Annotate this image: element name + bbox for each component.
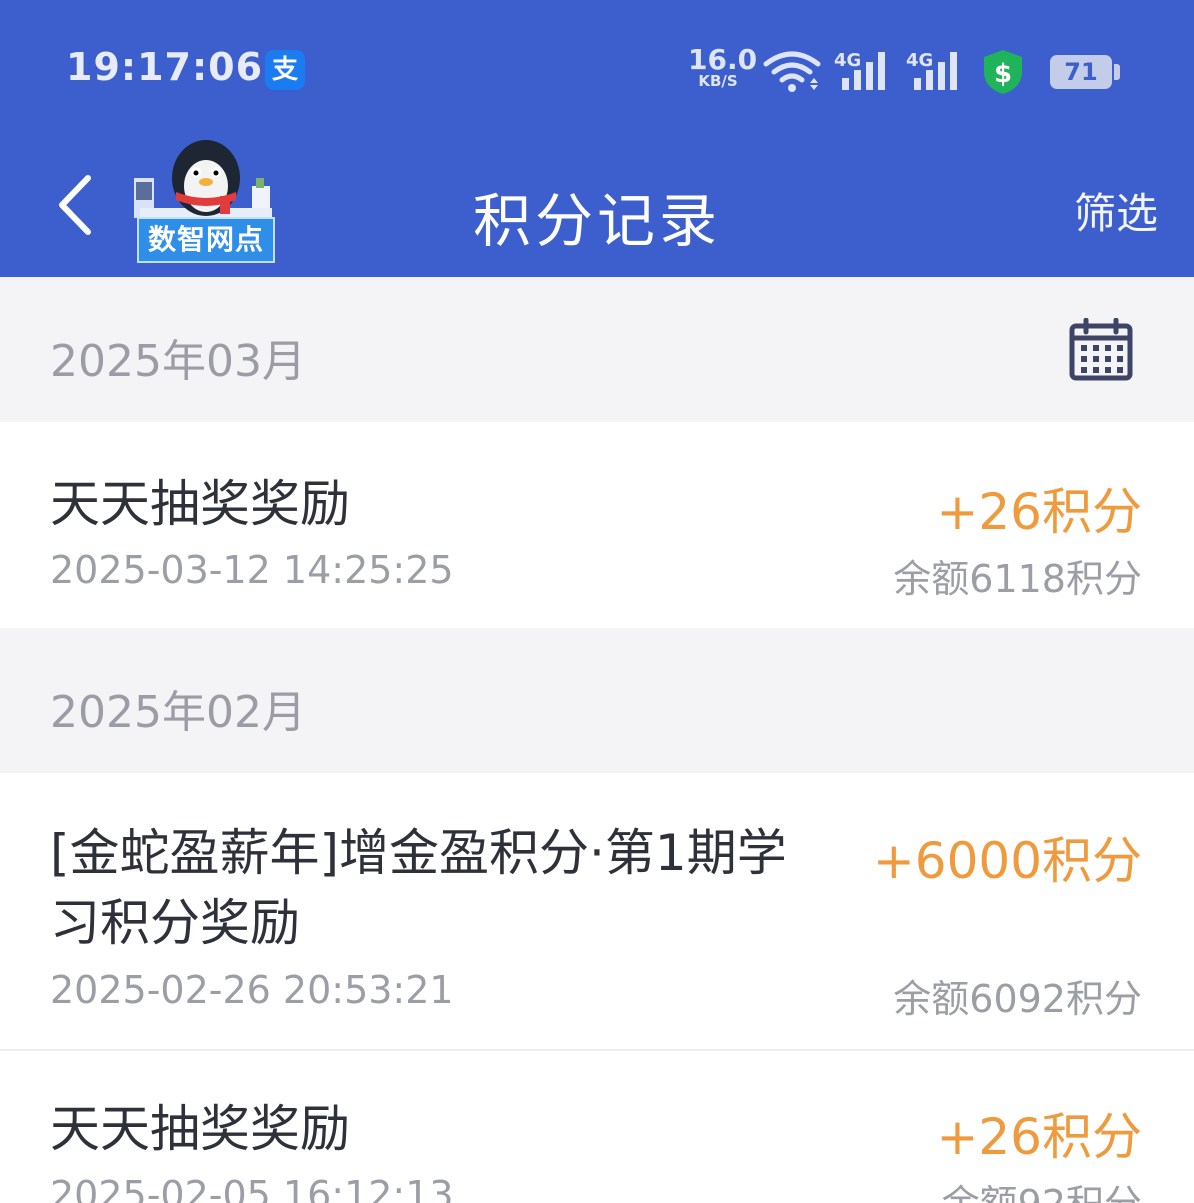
points-record-item[interactable]: 天天抽奖奖励 2025-02-05 16:12:13 +26积分 余额92积分: [0, 1051, 1194, 1203]
network-type-1: 4G: [834, 50, 861, 71]
page-title: 积分记录: [472, 187, 721, 255]
alipay-notification-icon: 支: [265, 50, 305, 90]
month-label: 2025年03月: [50, 336, 306, 387]
month-header-march: 2025年03月: [0, 277, 1194, 422]
points-record-item[interactable]: [金蛇盈薪年]增金盈积分·第1期学 习积分奖励 2025-02-26 20:53…: [0, 773, 1194, 1049]
cellular-signal-icon-2: 4G: [906, 50, 957, 90]
app-header: 19:17:06 支 16.0 KB/S 4G 4G $ 71 数智网点 积分记…: [0, 0, 1194, 277]
status-bar: 19:17:06 支 16.0 KB/S 4G 4G $ 71: [0, 0, 1194, 140]
record-points: +6000积分: [872, 832, 1142, 890]
wifi-icon: [763, 51, 821, 92]
status-time: 19:17:06: [66, 45, 264, 89]
record-title: 天天抽奖奖励: [50, 1100, 350, 1158]
network-type-2: 4G: [906, 50, 933, 71]
svg-text:$: $: [994, 59, 1012, 89]
record-balance: 余额6092积分: [893, 977, 1142, 1021]
points-record-item[interactable]: 天天抽奖奖励 2025-03-12 14:25:25 +26积分 余额6118积…: [0, 422, 1194, 628]
record-points: +26积分: [936, 483, 1142, 541]
network-speed-value: 16.0: [688, 43, 758, 76]
security-shield-icon: $: [984, 50, 1022, 94]
battery-indicator: 71: [1050, 55, 1112, 89]
battery-tip: [1114, 64, 1120, 80]
record-time: 2025-03-12 14:25:25: [50, 548, 454, 592]
record-points: +26积分: [936, 1108, 1142, 1166]
record-title: 天天抽奖奖励: [50, 475, 350, 533]
cellular-signal-icon-1: 4G: [834, 50, 885, 90]
record-title-line-1: [金蛇盈薪年]增金盈积分·第1期学: [50, 824, 787, 882]
record-time: 2025-02-26 20:53:21: [50, 968, 454, 1012]
record-balance: 余额6118积分: [893, 557, 1142, 601]
record-time: 2025-02-05 16:12:13: [50, 1173, 454, 1203]
calendar-icon[interactable]: [1068, 318, 1134, 382]
month-header-february: 2025年02月: [0, 628, 1194, 773]
filter-button[interactable]: 筛选: [1074, 180, 1158, 241]
month-label: 2025年02月: [50, 687, 306, 738]
record-balance: 余额92积分: [942, 1173, 1142, 1203]
network-speed: 16.0 KB/S: [688, 43, 758, 90]
network-speed-unit: KB/S: [698, 72, 738, 90]
record-title-line-2: 习积分奖励: [50, 894, 300, 952]
